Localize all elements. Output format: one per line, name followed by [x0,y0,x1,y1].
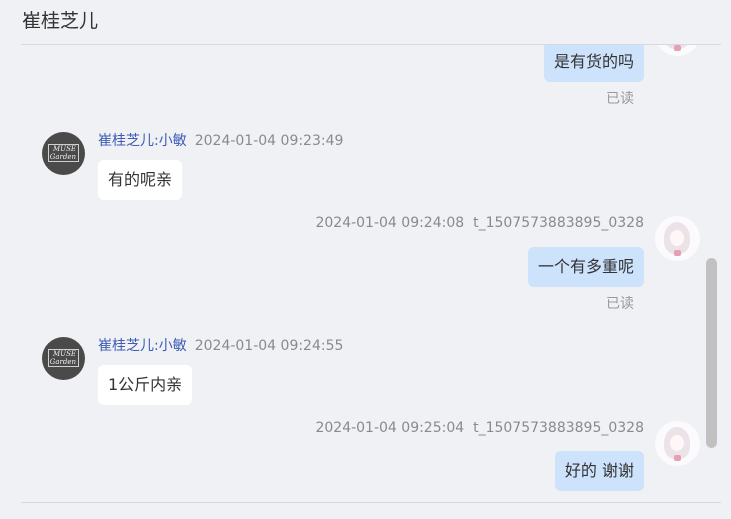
outgoing-message-bubble[interactable]: 是有货的吗 [543,45,644,82]
outgoing-message-meta: 2024-01-04 09:25:04 t_1507573883895_0328 [315,420,644,436]
user-avatar[interactable] [655,216,700,261]
user-avatar[interactable] [655,421,700,466]
message-time: 2024-01-04 09:23:49 [194,133,344,149]
shop-avatar[interactable]: MUSE Garden [42,132,85,175]
sender-id: t_1507573883895_0328 [473,215,644,231]
scrollbar-thumb[interactable] [706,258,717,448]
read-status: 已读 [606,296,634,312]
sender-id: t_1507573883895_0328 [473,420,644,436]
message-time: 2024-01-04 09:24:08 [315,215,465,231]
user-avatar[interactable] [655,45,700,56]
shop-avatar[interactable]: MUSE Garden [42,337,85,380]
message-time: 2024-01-04 09:24:55 [194,338,344,354]
chat-title: 崔桂芝儿 [22,10,99,32]
read-status: 已读 [606,91,634,107]
sender-nickname[interactable]: 崔桂芝儿:小敏 [98,133,187,149]
incoming-message-meta: 崔桂芝儿:小敏 2024-01-04 09:23:49 [98,130,343,150]
message-list[interactable]: 是有货的吗 已读 MUSE Garden 崔桂芝儿:小敏 2024-01-04 0… [0,45,731,502]
chat-header: 崔桂芝儿 [0,0,731,44]
message-time: 2024-01-04 09:25:04 [315,420,465,436]
incoming-message-bubble[interactable]: 1公斤内亲 [98,365,193,405]
shop-logo: MUSE Garden [48,144,79,162]
footer-divider [21,502,721,503]
outgoing-message-bubble[interactable]: 一个有多重呢 [527,247,644,287]
shop-logo: MUSE Garden [48,349,79,367]
incoming-message-bubble[interactable]: 有的呢亲 [98,160,183,200]
incoming-message-meta: 崔桂芝儿:小敏 2024-01-04 09:24:55 [98,335,343,355]
outgoing-message-bubble[interactable]: 好的 谢谢 [554,451,644,491]
outgoing-message-meta: 2024-01-04 09:24:08 t_1507573883895_0328 [315,215,644,231]
sender-nickname[interactable]: 崔桂芝儿:小敏 [98,338,187,354]
